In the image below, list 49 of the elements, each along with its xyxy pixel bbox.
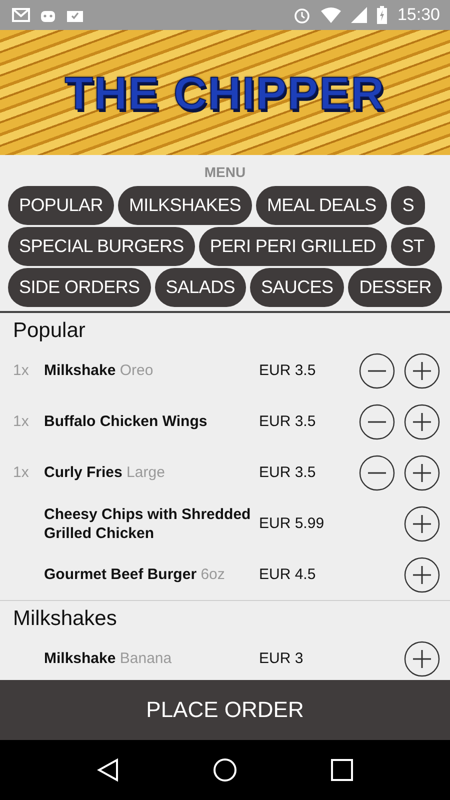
battery-charging-icon xyxy=(377,6,388,24)
item-name: Cheesy Chips with Shredded Grilled Chicken xyxy=(44,504,252,542)
plus-button[interactable] xyxy=(404,454,440,490)
cell-signal-icon xyxy=(351,7,368,23)
alarm-clock-icon xyxy=(293,6,312,24)
menu-label: MENU xyxy=(203,163,247,182)
item-price: EUR 3.5 xyxy=(259,464,317,481)
clock-time: 15:30 xyxy=(397,5,440,25)
minus-button[interactable] xyxy=(359,352,395,388)
item-price: EUR 3.5 xyxy=(259,413,317,430)
category-chip[interactable]: POPULAR xyxy=(8,186,114,225)
plus-button[interactable] xyxy=(404,640,440,676)
category-chip[interactable]: PERI PERI GRILLED xyxy=(198,227,387,266)
category-chip[interactable]: SPECIAL BURGERS xyxy=(8,227,195,266)
category-chip[interactable]: SIDE ORDERS xyxy=(8,268,151,307)
item-name: Milkshake Banana xyxy=(44,649,173,668)
category-chip[interactable]: MEAL DEALS xyxy=(256,186,388,225)
back-icon[interactable] xyxy=(97,758,119,782)
place-order-button[interactable]: PLACE ORDER xyxy=(0,680,450,740)
item-name: Curly Fries Large xyxy=(44,463,166,482)
category-chip[interactable]: DESSER xyxy=(348,268,442,307)
item-price: EUR 3.5 xyxy=(259,362,317,379)
item-name: Milkshake Oreo xyxy=(44,361,154,380)
category-chip[interactable]: MILKSHAKES xyxy=(118,186,252,225)
item-quantity: 1x xyxy=(13,464,29,480)
category-chip[interactable]: SAUCES xyxy=(250,268,344,307)
section-title: Milkshakes xyxy=(12,606,118,632)
item-price: EUR 3 xyxy=(259,650,304,667)
item-price: EUR 5.99 xyxy=(259,515,326,532)
minus-button[interactable] xyxy=(359,454,395,490)
home-icon[interactable] xyxy=(213,758,237,782)
item-name: Gourmet Beef Burger 6oz xyxy=(44,565,226,584)
plus-button[interactable] xyxy=(404,404,440,440)
section-title: Popular xyxy=(12,318,86,344)
category-chip[interactable]: S xyxy=(391,186,426,225)
item-quantity: 1x xyxy=(13,412,29,430)
plus-button[interactable] xyxy=(404,556,440,592)
item-name: Buffalo Chicken Wings xyxy=(44,412,208,431)
restaurant-logo-title: THE CHIPPER xyxy=(64,66,386,120)
item-quantity: 1x xyxy=(13,362,29,378)
plus-button[interactable] xyxy=(404,506,440,542)
item-price: EUR 4.5 xyxy=(259,566,317,583)
plus-button[interactable] xyxy=(404,352,440,388)
recents-icon[interactable] xyxy=(331,759,353,781)
category-chip[interactable]: SALADS xyxy=(154,268,246,307)
wifi-icon xyxy=(321,7,342,23)
minus-button[interactable] xyxy=(359,404,395,440)
mail-icon xyxy=(12,7,30,23)
category-chip[interactable]: ST xyxy=(390,227,436,266)
